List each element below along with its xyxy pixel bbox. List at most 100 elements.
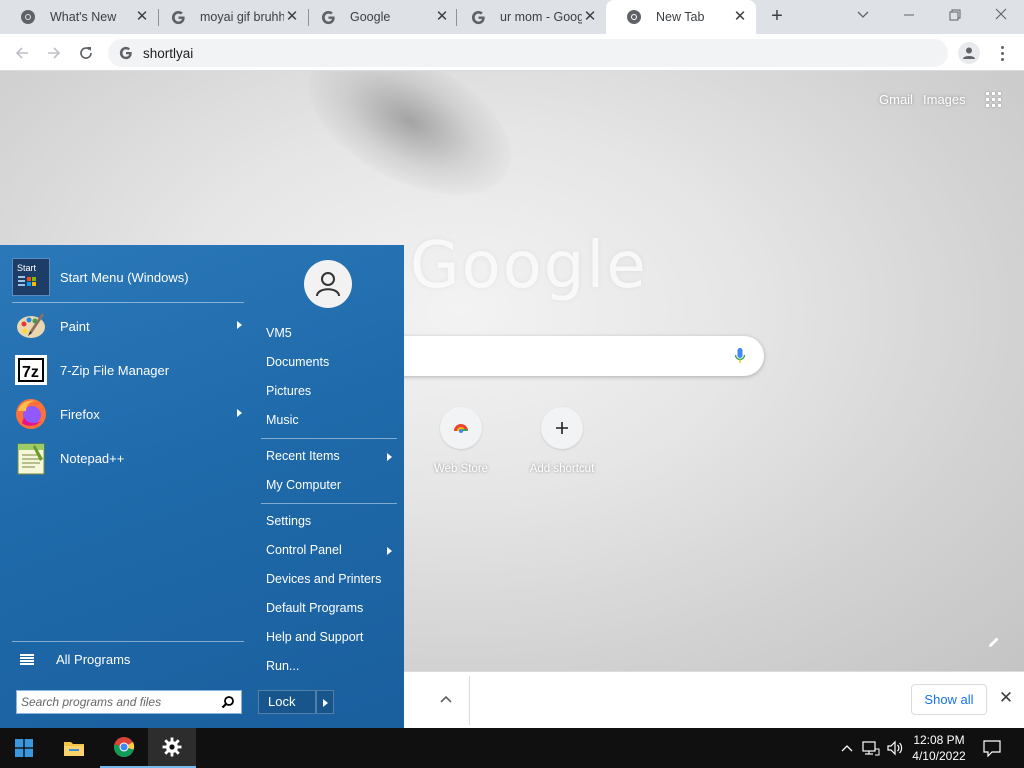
gear-icon <box>162 737 182 757</box>
show-all-button[interactable]: Show all <box>911 684 987 715</box>
close-tab-icon[interactable]: ✕ <box>582 9 598 25</box>
google-apps-icon[interactable] <box>986 92 1001 107</box>
shortcut-label: Add shortcut <box>529 463 595 475</box>
start-icon-text: Start <box>17 263 37 273</box>
tab-whats-new[interactable]: What's New ✕ <box>0 0 158 34</box>
start-menu-programs-pane: Start Start Menu (Windows) Paint 7z 7-Zi… <box>0 245 254 728</box>
link-devices-printers[interactable]: Devices and Printers <box>266 572 396 586</box>
shortcut-label: Web Store <box>433 463 489 475</box>
start-item-paint[interactable]: Paint <box>12 306 244 346</box>
address-bar-text: shortlyai <box>143 45 194 61</box>
link-label: Documents <box>266 355 330 369</box>
background-image <box>284 71 536 226</box>
start-menu-windows-label: Start Menu (Windows) <box>60 269 189 285</box>
tab-moyai-gif[interactable]: moyai gif bruhh ✕ <box>150 0 308 34</box>
close-tab-icon[interactable]: ✕ <box>732 9 748 25</box>
web-store-icon <box>440 407 482 449</box>
reload-icon[interactable] <box>75 42 97 64</box>
link-recent-items[interactable]: Recent Items <box>266 449 396 463</box>
forward-arrow-icon[interactable] <box>43 42 65 64</box>
link-settings[interactable]: Settings <box>266 514 396 528</box>
link-control-panel[interactable]: Control Panel <box>266 543 396 557</box>
link-default-programs[interactable]: Default Programs <box>266 601 396 615</box>
address-bar[interactable]: shortlyai <box>108 39 948 67</box>
lock-button[interactable]: Lock <box>258 690 316 714</box>
browser-toolbar: shortlyai <box>0 34 1024 71</box>
all-programs-button[interactable]: All Programs <box>20 652 130 667</box>
show-hidden-icons-chevron-up-icon[interactable] <box>838 728 856 768</box>
link-vm5[interactable]: VM5 <box>266 326 396 340</box>
chrome-icon <box>20 9 36 25</box>
notification-center-icon[interactable] <box>980 728 1004 768</box>
arrow-right-icon <box>323 699 328 707</box>
tab-new-tab[interactable]: New Tab ✕ <box>606 0 756 34</box>
gmail-link[interactable]: Gmail <box>879 92 913 107</box>
user-avatar-icon[interactable] <box>304 260 352 308</box>
tab-search-dropdown-icon[interactable] <box>851 5 875 25</box>
power-options-arrow-button[interactable] <box>316 690 334 714</box>
link-pictures[interactable]: Pictures <box>266 384 396 398</box>
shortcut-add[interactable]: Add shortcut <box>514 407 610 475</box>
chrome-icon <box>113 737 135 758</box>
close-tab-icon[interactable]: ✕ <box>434 9 450 25</box>
submenu-arrow-icon <box>237 409 242 417</box>
link-my-computer[interactable]: My Computer <box>266 478 396 492</box>
customize-pencil-icon[interactable] <box>986 634 1002 650</box>
taskbar-settings[interactable] <box>148 728 196 768</box>
link-label: Settings <box>266 514 312 528</box>
start-menu: Start Start Menu (Windows) Paint 7z 7-Zi… <box>0 245 404 728</box>
new-tab-button[interactable]: + <box>767 6 787 27</box>
7zip-icon-text: 7z <box>22 364 39 381</box>
microphone-icon[interactable] <box>734 347 746 365</box>
tab-title: moyai gif bruhh <box>200 10 284 24</box>
start-item-firefox[interactable]: Firefox <box>12 394 244 434</box>
taskbar-file-explorer[interactable] <box>50 728 98 768</box>
tab-title: ur mom - Goog <box>500 10 582 24</box>
taskbar-chrome[interactable] <box>100 728 148 768</box>
start-search-box[interactable] <box>16 690 242 714</box>
google-g-icon <box>470 9 486 25</box>
chevron-up-icon[interactable] <box>438 692 454 708</box>
more-menu-icon[interactable] <box>994 42 1010 64</box>
start-search-input[interactable] <box>21 693 217 711</box>
link-label: Devices and Printers <box>266 572 382 586</box>
network-icon[interactable] <box>860 728 882 768</box>
start-menu-places-pane: VM5 Documents Pictures Music Recent Item… <box>255 245 404 728</box>
link-label: Default Programs <box>266 601 364 615</box>
tab-ur-mom[interactable]: ur mom - Goog ✕ <box>450 0 606 34</box>
start-item-7zip[interactable]: 7z 7-Zip File Manager <box>12 350 244 390</box>
link-label: My Computer <box>266 478 342 492</box>
tab-google[interactable]: Google ✕ <box>300 0 458 34</box>
start-item-label: Firefox <box>60 406 100 422</box>
divider <box>469 676 470 725</box>
shortcut-web-store[interactable]: Web Store <box>413 407 509 475</box>
link-run[interactable]: Run... <box>266 659 396 673</box>
minimize-button[interactable] <box>897 5 921 25</box>
start-menu-windows-item[interactable]: Start Start Menu (Windows) <box>12 257 244 297</box>
start-menu-app-icon: Start <box>12 258 50 296</box>
volume-icon[interactable] <box>884 728 906 768</box>
google-logo: Google <box>410 229 648 303</box>
restore-button[interactable] <box>943 5 967 25</box>
link-music[interactable]: Music <box>266 413 396 427</box>
link-label: Pictures <box>266 384 312 398</box>
link-documents[interactable]: Documents <box>266 355 396 369</box>
divider <box>261 438 397 439</box>
close-icon[interactable]: ✕ <box>998 689 1014 706</box>
plus-icon <box>541 407 583 449</box>
close-tab-icon[interactable]: ✕ <box>284 9 300 25</box>
images-link[interactable]: Images <box>923 92 966 107</box>
system-clock[interactable]: 12:08 PM 4/10/2022 <box>906 732 972 764</box>
search-icon[interactable] <box>221 695 235 709</box>
close-tab-icon[interactable]: ✕ <box>134 9 150 25</box>
start-item-label: Paint <box>60 318 90 334</box>
notepadpp-icon <box>12 439 50 477</box>
start-button[interactable] <box>0 728 48 768</box>
paint-icon <box>12 307 50 345</box>
divider <box>261 503 397 504</box>
back-arrow-icon[interactable] <box>11 42 33 64</box>
profile-avatar-icon[interactable] <box>958 42 980 64</box>
start-item-notepadpp[interactable]: Notepad++ <box>12 438 244 478</box>
close-window-button[interactable] <box>989 5 1013 25</box>
link-help-support[interactable]: Help and Support <box>266 630 396 644</box>
